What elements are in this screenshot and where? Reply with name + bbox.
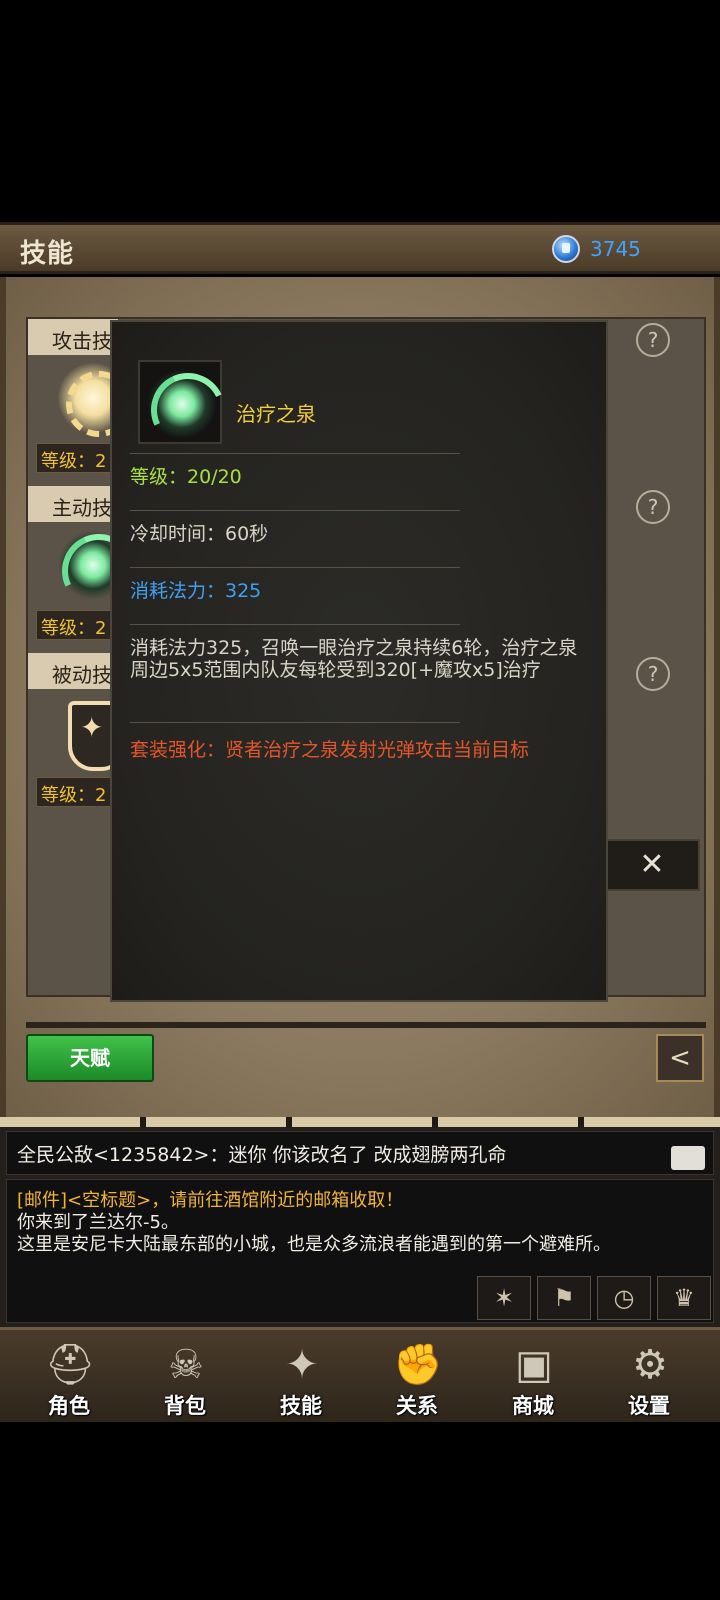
level-text: 等级：2 (41, 785, 107, 806)
nav-backpack[interactable]: ☠ 背包 (130, 1330, 240, 1425)
gem-icon (552, 235, 580, 263)
world-chat-line[interactable]: 全民公敌<1235842>：迷你 你该改名了 改成翅膀两孔命 (6, 1131, 714, 1175)
separator (130, 624, 460, 625)
flag-icon[interactable]: ⚑ (537, 1276, 591, 1320)
trophy-icon[interactable]: ♛ (657, 1276, 711, 1320)
page-title: 技能 (20, 239, 75, 269)
tooltip-icon-frame (138, 360, 222, 444)
row-header: 主动技 (28, 486, 118, 522)
nav-label: 背包 (164, 1394, 206, 1418)
healing-spring-icon (147, 369, 217, 439)
clock-icon[interactable]: ◷ (597, 1276, 651, 1320)
world-chat-text: 全民公敌<1235842>：迷你 你该改名了 改成翅膀两孔命 (17, 1144, 507, 1166)
skill-level: 等级：2 (36, 777, 120, 807)
gear-icon: ⚙ (632, 1342, 668, 1388)
nav-shop[interactable]: ▣ 商城 (478, 1330, 588, 1425)
separator (130, 453, 460, 454)
skill-book-icon: ✦ (285, 1342, 319, 1388)
nav-settings[interactable]: ⚙ 设置 (594, 1330, 704, 1425)
help-icon[interactable]: ? (636, 490, 670, 524)
chat-panel: 全民公敌<1235842>：迷你 你该改名了 改成翅膀两孔命 [邮件]<空标题>… (0, 1127, 720, 1327)
nav-label: 关系 (396, 1394, 438, 1418)
back-button[interactable]: < (656, 1034, 704, 1082)
nav-label: 设置 (628, 1394, 670, 1418)
cooldown-text: 冷却时间：60秒 (130, 523, 269, 545)
skill-level: 等级：2 (36, 610, 120, 640)
bottom-blank-area (0, 1422, 720, 1600)
row-label: 主动技 (52, 496, 112, 520)
row-header: 被动技 (28, 653, 118, 689)
nav-skills[interactable]: ✦ 技能 (246, 1330, 356, 1425)
row-label: 攻击技 (52, 329, 112, 353)
divider (26, 1022, 706, 1028)
skill-level-text: 等级：20/20 (130, 466, 242, 488)
top-blank-area (0, 0, 720, 222)
handshake-icon: ✊ (393, 1342, 443, 1388)
mana-cost-text: 消耗法力：325 (130, 580, 262, 602)
system-log: [邮件]<空标题>，请前往酒馆附近的邮箱收取！ 你来到了兰达尔-5。 这里是安尼… (6, 1179, 714, 1323)
nav-label: 技能 (280, 1394, 322, 1418)
level-text: 等级：2 (41, 618, 107, 639)
nav-relations[interactable]: ✊ 关系 (362, 1330, 472, 1425)
header-bar: 技能 3745 (0, 222, 720, 274)
chat-tab-strip[interactable] (0, 1117, 720, 1127)
nav-character[interactable]: ⛑ 角色 (14, 1330, 124, 1425)
mail-notice[interactable]: [邮件]<空标题>，请前往酒馆附近的邮箱收取！ (17, 1186, 403, 1212)
help-icon[interactable]: ? (636, 323, 670, 357)
level-text: 等级：2 (41, 451, 107, 472)
close-button[interactable]: ✕ (604, 839, 700, 891)
backpack-icon: ☠ (168, 1342, 204, 1388)
chest-icon: ▣ (515, 1342, 553, 1388)
set-bonus-text: 套装强化：贤者治疗之泉发射光弹攻击当前目标 (130, 739, 530, 761)
separator (130, 567, 460, 568)
separator (130, 510, 460, 511)
gem-count: 3745 (590, 237, 641, 261)
helmet-icon: ⛑ (44, 1342, 96, 1388)
row-header: 攻击技 (28, 319, 118, 355)
battle-icon[interactable]: ✶ (477, 1276, 531, 1320)
nav-label: 商城 (512, 1394, 554, 1418)
skill-description: 消耗法力325，召唤一眼治疗之泉持续6轮，治疗之泉周边5x5范围内队友每轮受到3… (130, 637, 578, 681)
skill-name: 治疗之泉 (236, 402, 316, 426)
bottom-nav: ⛑ 角色 ☠ 背包 ✦ 技能 ✊ 关系 ▣ 商城 ⚙ 设置 (0, 1327, 720, 1422)
separator (130, 722, 460, 723)
talent-button[interactable]: 天赋 (26, 1034, 154, 1082)
row-label: 被动技 (52, 663, 112, 687)
nav-label: 角色 (48, 1394, 90, 1418)
skill-tooltip: 治疗之泉 等级：20/20 冷却时间：60秒 消耗法力：325 消耗法力325，… (110, 320, 608, 1002)
skill-level: 等级：2 (36, 443, 120, 473)
chat-bubble-icon[interactable] (671, 1146, 705, 1170)
system-message: 你来到了兰达尔-5。 这里是安尼卡大陆最东部的小城，也是众多流浪者能遇到的第一个… (17, 1212, 611, 1255)
help-icon[interactable]: ? (636, 657, 670, 691)
